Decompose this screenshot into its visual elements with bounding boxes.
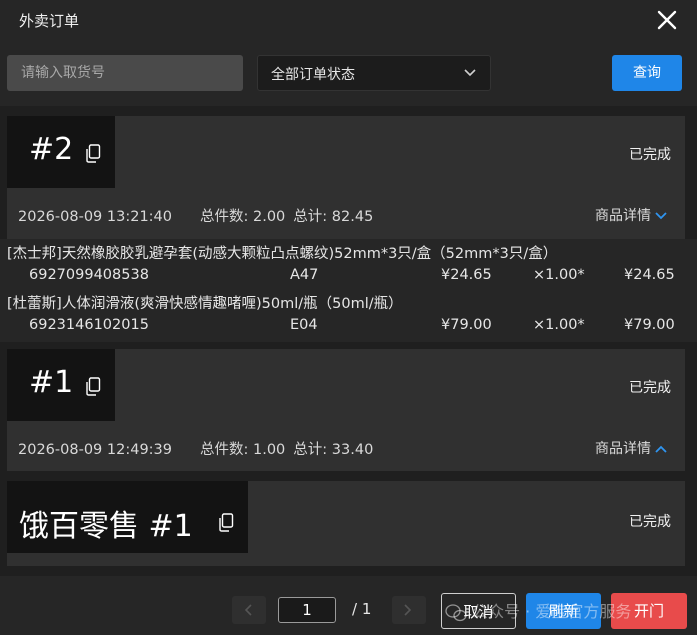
chevron-up-icon — [655, 445, 667, 453]
order-list: #2 已完成 2026-08-09 13:21:40 总件数: 2.00 总计: 8… — [0, 106, 697, 576]
chevron-down-icon — [655, 212, 667, 220]
cancel-button[interactable]: 取消 — [441, 593, 516, 629]
order-status: 已完成 — [629, 380, 671, 396]
product-detail-label: 商品详情 — [595, 208, 651, 224]
order-meta: 2026-08-09 12:49:39 总件数: 1.00 总计: 33.40 — [18, 438, 373, 459]
order-total: 82.45 — [331, 209, 374, 225]
item-qty: ×1.00* — [533, 267, 585, 283]
product-detail-toggle[interactable]: 商品详情 — [595, 438, 667, 458]
close-icon[interactable] — [652, 5, 682, 35]
order-number: 饿百零售 #1 — [19, 509, 193, 544]
query-button[interactable]: 查询 — [612, 55, 682, 91]
order-status-select[interactable]: 全部订单状态 — [257, 55, 491, 91]
prev-page-button[interactable] — [232, 596, 266, 624]
order-time: 2026-08-09 12:49:39 — [18, 442, 172, 458]
order-number: #1 — [29, 365, 74, 400]
item-price: ¥79.00 — [441, 317, 492, 333]
filter-toolbar: 全部订单状态 查询 — [0, 40, 697, 106]
chevron-left-icon — [244, 604, 252, 616]
order-time: 2026-08-09 13:21:40 — [18, 209, 172, 225]
order-number-box: #2 — [7, 116, 115, 188]
order-status: 已完成 — [629, 147, 671, 163]
qty-label: 总件数: — [200, 442, 249, 458]
refresh-button[interactable]: 刷新 — [526, 593, 601, 629]
item-qty: ×1.00* — [533, 317, 585, 333]
order-status-value: 全部订单状态 — [271, 67, 355, 83]
total-label: 总计: — [293, 209, 328, 225]
order-meta: 2026-08-09 13:21:40 总件数: 2.00 总计: 82.45 — [18, 205, 373, 226]
chevron-down-icon — [464, 69, 476, 77]
order-total: 33.40 — [331, 442, 374, 458]
next-page-button[interactable] — [392, 596, 426, 624]
order-card: #2 已完成 2026-08-09 13:21:40 总件数: 2.00 总计: 8… — [7, 116, 685, 239]
order-qty: 2.00 — [253, 209, 286, 225]
title-bar: 外卖订单 — [0, 0, 697, 40]
footer-bar: / 1 取消 刷新 开门 公众号 · 爱宝官方服务 — [0, 576, 697, 635]
item-subtotal: ¥24.65 — [624, 267, 675, 283]
order-card: 饿百零售 #1 已完成 — [7, 481, 685, 566]
window-title: 外卖订单 — [19, 12, 80, 30]
chevron-right-icon — [404, 604, 412, 616]
total-label: 总计: — [293, 442, 328, 458]
product-detail-toggle[interactable]: 商品详情 — [595, 205, 667, 225]
copy-icon[interactable] — [85, 144, 101, 163]
item-name: [杜蕾斯]人体润滑液(爽滑快感情趣啫喱)50ml/瓶（50ml/瓶） — [7, 296, 403, 312]
item-barcode: 6923146102015 — [29, 317, 149, 333]
item-barcode: 6927099408538 — [29, 267, 149, 283]
order-qty: 1.00 — [253, 442, 286, 458]
order-card: #1 已完成 2026-08-09 12:49:39 总件数: 1.00 总计: 3… — [7, 349, 685, 471]
open-door-button[interactable]: 开门 — [611, 593, 687, 629]
product-detail-label: 商品详情 — [595, 441, 651, 457]
order-number: #2 — [29, 132, 74, 167]
copy-icon[interactable] — [218, 513, 234, 532]
copy-icon[interactable] — [85, 377, 101, 396]
item-subtotal: ¥79.00 — [624, 317, 675, 333]
order-number-box: 饿百零售 #1 — [7, 481, 248, 553]
order-status: 已完成 — [629, 514, 671, 530]
order-number-box: #1 — [7, 349, 115, 421]
item-price: ¥24.65 — [441, 267, 492, 283]
pickup-number-input[interactable] — [7, 55, 243, 91]
item-location: A47 — [290, 267, 319, 283]
order-items: [杰士邦]天然橡胶胶乳避孕套(动感大颗粒凸点螺纹)52mm*3只/盒（52mm*… — [0, 239, 697, 342]
page-number-input[interactable] — [278, 597, 336, 623]
page-total: / 1 — [352, 600, 372, 618]
qty-label: 总件数: — [200, 209, 249, 225]
item-name: [杰士邦]天然橡胶胶乳避孕套(动感大颗粒凸点螺纹)52mm*3只/盒（52mm*… — [7, 246, 558, 262]
item-location: E04 — [290, 317, 318, 333]
